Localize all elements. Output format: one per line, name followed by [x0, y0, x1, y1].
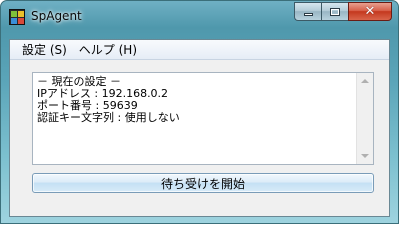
- menu-settings[interactable]: 設定 (S): [16, 41, 73, 59]
- maximize-icon: [330, 7, 340, 16]
- maximize-button[interactable]: [321, 2, 348, 21]
- minimize-icon: [303, 13, 313, 16]
- status-textbox[interactable]: － 現在の設定 － IPアドレス : 192.168.0.2 ポート番号 : 596…: [32, 72, 374, 165]
- app-icon[interactable]: [9, 9, 25, 25]
- scroll-up-button[interactable]: [357, 73, 373, 89]
- client-area: 設定 (S) ヘルプ (H) － 現在の設定 － IPアドレス : 192.168…: [9, 39, 390, 217]
- chevron-up-icon: [361, 79, 369, 83]
- menu-bar: 設定 (S) ヘルプ (H): [10, 40, 389, 60]
- chevron-down-icon: [361, 154, 369, 158]
- menu-help[interactable]: ヘルプ (H): [73, 41, 143, 59]
- window-title: SpAgent: [31, 9, 82, 23]
- start-listening-button[interactable]: 待ち受けを開始: [32, 173, 374, 193]
- app-window: SpAgent ✕ 設定 (S) ヘルプ (H) － 現在の設定 － IPアドレス…: [0, 0, 399, 224]
- status-text: － 現在の設定 － IPアドレス : 192.168.0.2 ポート番号 : 596…: [37, 76, 355, 124]
- caption-buttons: ✕: [294, 2, 392, 21]
- status-line-auth-key: 認証キー文字列 : 使用しない: [37, 111, 180, 124]
- close-button[interactable]: ✕: [348, 2, 392, 21]
- close-icon: ✕: [364, 4, 376, 19]
- scroll-down-button[interactable]: [357, 148, 373, 164]
- vertical-scrollbar[interactable]: [356, 73, 373, 164]
- minimize-button[interactable]: [294, 2, 321, 21]
- title-bar[interactable]: SpAgent ✕: [1, 1, 398, 33]
